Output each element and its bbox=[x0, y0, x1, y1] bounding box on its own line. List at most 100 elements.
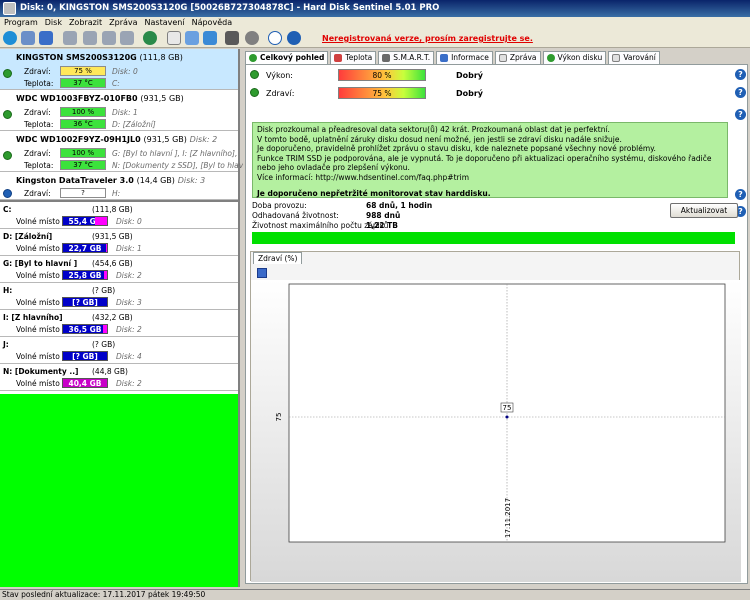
health-bar: 75 % bbox=[338, 87, 426, 99]
health-chart: 75 17.11.2017 75 bbox=[275, 283, 726, 543]
tab-disk-performance[interactable]: Výkon disku bbox=[542, 51, 607, 64]
message-recommendation: Je doporučeno nepřetržité monitorovat st… bbox=[257, 188, 491, 198]
volume-name: D: [Záložní] bbox=[3, 232, 53, 241]
tab-report[interactable]: Zpráva bbox=[494, 51, 541, 64]
volume-entry-i[interactable]: I: [Z hlavního] (432,2 GB) Volné místo 3… bbox=[0, 310, 238, 337]
message-line: Funkce TRIM SSD je podporována, ale je v… bbox=[257, 153, 712, 173]
menu-settings[interactable]: Nastavení bbox=[143, 17, 190, 30]
help-icon[interactable]: ? bbox=[735, 87, 746, 98]
volume-disk: Disk: 4 bbox=[116, 352, 142, 361]
status-text: Stav poslední aktualizace: 17.11.2017 pá… bbox=[2, 590, 206, 599]
tab-alerts[interactable]: Varování bbox=[608, 51, 660, 64]
send-icon[interactable] bbox=[203, 31, 217, 45]
temp-row: Teplota: 37 °C C: bbox=[0, 78, 238, 89]
message-line: V tomto bodě, uplatnění záruky disku dos… bbox=[257, 134, 622, 144]
volume-name: J: bbox=[3, 340, 9, 349]
disk-entry-3[interactable]: Kingston DataTraveler 3.0 (14,4 GB) Disk… bbox=[0, 172, 238, 200]
volume-entry-j[interactable]: J: (? GB) Volné místo [? GB] Disk: 4 bbox=[0, 337, 238, 364]
writes-value: 1,22 TB bbox=[366, 221, 398, 230]
overview-panel: Výkon: 80 % Dobrý Zdraví: 75 % Dobrý ? ?… bbox=[245, 64, 748, 584]
temp-label: Teplota: bbox=[24, 120, 54, 129]
performance-row: Výkon: 80 % Dobrý bbox=[250, 69, 740, 83]
disk-name: WDC WD1003FBYZ-010FB0 (931,5 GB) bbox=[16, 94, 184, 103]
satellite-icon-3[interactable] bbox=[102, 31, 116, 45]
help-icon[interactable]: ? bbox=[735, 109, 746, 120]
disk-list-panel: KINGSTON SMS200S3120G (111,8 GB) Zdraví:… bbox=[0, 49, 253, 587]
satellite-icon-2[interactable] bbox=[83, 31, 97, 45]
data-point bbox=[505, 415, 509, 419]
toolbar: Neregistrovaná verze, prosím zaregistruj… bbox=[0, 30, 750, 48]
status-strip bbox=[252, 232, 735, 244]
details-panel: Celkový pohled Teplota S.M.A.R.T. Inform… bbox=[243, 49, 750, 587]
status-fill bbox=[0, 394, 238, 587]
monitor-icon[interactable] bbox=[39, 31, 53, 45]
temp-bar: 37 °C bbox=[60, 78, 106, 88]
volume-entry-n[interactable]: N: [Dokumenty ..] (44,8 GB) Volné místo … bbox=[0, 364, 238, 391]
volume-entry-c[interactable]: C: (111,8 GB) Volné místo 55,4 GB Disk: … bbox=[0, 202, 238, 229]
health-row: Zdraví: 100 % Disk: 1 bbox=[0, 107, 238, 118]
health-bar: 75 % bbox=[60, 66, 106, 76]
free-label: Volné místo bbox=[16, 352, 60, 361]
partitions: C: bbox=[112, 79, 120, 88]
free-space-bar: 36,5 GB bbox=[62, 324, 108, 334]
free-label: Volné místo bbox=[16, 325, 60, 334]
satellite-icon[interactable] bbox=[63, 31, 77, 45]
satellite-icon-4[interactable] bbox=[120, 31, 134, 45]
document-icon[interactable] bbox=[167, 31, 181, 45]
globe-icon[interactable] bbox=[143, 31, 157, 45]
register-link[interactable]: Neregistrovaná verze, prosím zaregistruj… bbox=[322, 34, 533, 43]
free-space-bar: [? GB] bbox=[62, 351, 108, 361]
menu-bar: Program Disk Zobrazit Zpráva Nastavení N… bbox=[0, 17, 750, 30]
update-button[interactable]: Aktualizovat bbox=[670, 203, 738, 218]
help-icon[interactable] bbox=[268, 31, 282, 45]
info-card-icon bbox=[440, 54, 449, 62]
partitions-2: N: [Dokumenty z SSD], [Byl to hlavní] bbox=[112, 161, 253, 170]
gear-icon[interactable] bbox=[245, 31, 259, 45]
volume-name: I: [Z hlavního] bbox=[3, 313, 63, 322]
disk-icon[interactable] bbox=[21, 31, 35, 45]
disk-entry-0[interactable]: KINGSTON SMS200S3120G (111,8 GB) Zdraví:… bbox=[0, 49, 238, 90]
help-icon[interactable]: ? bbox=[735, 189, 746, 200]
save-icon[interactable] bbox=[257, 268, 267, 278]
disk-name: Kingston DataTraveler 3.0 (14,4 GB) Disk… bbox=[16, 176, 206, 185]
app-grid-icon[interactable] bbox=[225, 31, 239, 45]
copy-icon[interactable] bbox=[185, 31, 199, 45]
health-label: Zdraví: bbox=[24, 67, 51, 76]
disk-entry-1[interactable]: WDC WD1003FBYZ-010FB0 (931,5 GB) Zdraví:… bbox=[0, 90, 238, 131]
volume-entry-h[interactable]: H: (? GB) Volné místo [? GB] Disk: 3 bbox=[0, 283, 238, 310]
health-label: Zdraví: bbox=[24, 108, 51, 117]
message-line: Je doporučeno, pravidelně prohlížet zprá… bbox=[257, 144, 656, 154]
chart-tab-health[interactable]: Zdraví (%) bbox=[253, 252, 303, 264]
health-row: Zdraví: 100 % G: [Byl to hlavní ], I: [Z… bbox=[0, 148, 238, 159]
disk-entry-2[interactable]: WDC WD1002F9YZ-09H1JL0 (931,5 GB) Disk: … bbox=[0, 131, 253, 172]
volume-entry-g[interactable]: G: [Byl to hlavní ] (454,6 GB) Volné mís… bbox=[0, 256, 238, 283]
menu-disk[interactable]: Disk bbox=[43, 17, 67, 30]
health-bar: 100 % bbox=[60, 107, 106, 117]
free-space-bar: 55,4 GB bbox=[62, 216, 108, 226]
disk-number: Disk: 1 bbox=[112, 108, 138, 117]
uptime-label: Doba provozu: bbox=[252, 201, 307, 210]
tab-smart[interactable]: S.M.A.R.T. bbox=[378, 51, 435, 64]
thermometer-icon bbox=[334, 54, 343, 62]
status-message: Disk prozkoumal a přeadresoval data sekt… bbox=[252, 122, 728, 198]
menu-view[interactable]: Zobrazit bbox=[67, 17, 107, 30]
health-chart-box: Zdraví (%) 75 17.11.2017 75 bbox=[250, 251, 741, 582]
free-space-bar: 40,4 GB bbox=[62, 378, 108, 388]
refresh-icon[interactable] bbox=[3, 31, 17, 45]
message-line: Disk prozkoumal a přeadresoval data sekt… bbox=[257, 125, 610, 134]
tab-temperature[interactable]: Teplota bbox=[330, 51, 377, 64]
ok-check-icon bbox=[250, 88, 259, 97]
help-icon[interactable]: ? bbox=[735, 69, 746, 80]
tab-information[interactable]: Informace bbox=[436, 51, 493, 64]
smart-icon bbox=[382, 54, 391, 62]
menu-report[interactable]: Zpráva bbox=[107, 17, 142, 30]
menu-help[interactable]: Nápověda bbox=[190, 17, 238, 30]
info-icon[interactable] bbox=[287, 31, 301, 45]
tab-overview[interactable]: Celkový pohled bbox=[245, 51, 329, 65]
menu-program[interactable]: Program bbox=[2, 17, 43, 30]
lifetime-label: Odhadovaná životnost: bbox=[252, 211, 339, 220]
volume-size: (44,8 GB) bbox=[92, 367, 128, 376]
lifetime-value: 988 dnů bbox=[366, 211, 401, 220]
health-label: Zdraví: bbox=[24, 189, 51, 198]
volume-entry-d[interactable]: D: [Záložní] (931,5 GB) Volné místo 22,7… bbox=[0, 229, 238, 256]
